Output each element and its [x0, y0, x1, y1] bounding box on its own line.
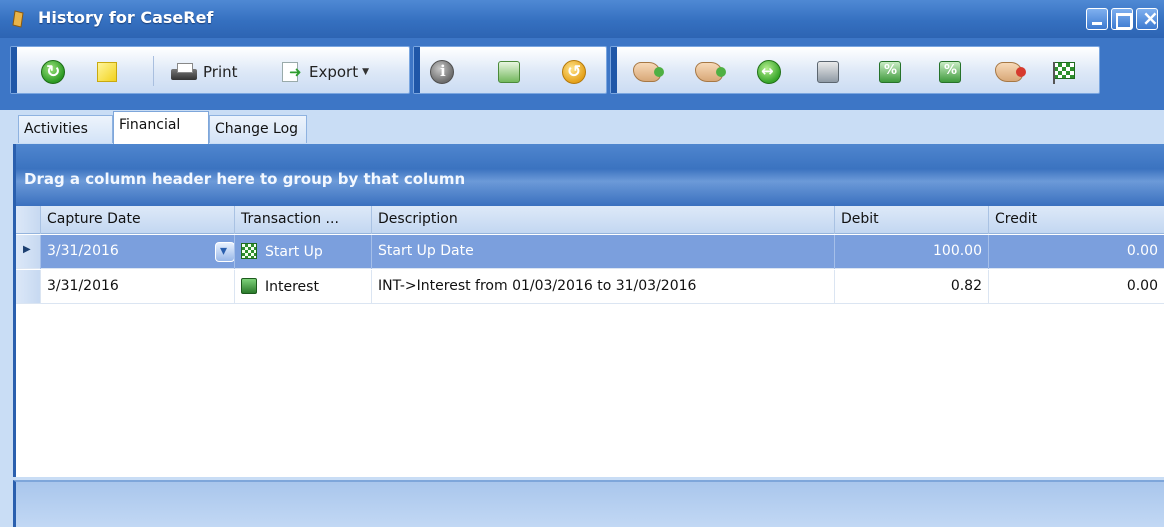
cancel-payment-button[interactable] [995, 59, 1026, 85]
group-by-panel[interactable]: Drag a column header here to group by th… [16, 144, 1164, 206]
printer-icon [171, 62, 197, 82]
info-button[interactable] [430, 59, 454, 85]
cell-credit[interactable]: 0.00 [988, 270, 1164, 304]
cell-capture-date[interactable]: 3/31/2016 [40, 235, 234, 269]
cell-description[interactable]: Start Up Date [371, 235, 834, 269]
cell-debit[interactable]: 100.00 [834, 235, 988, 269]
calendar-button[interactable] [817, 59, 839, 85]
close-button[interactable] [1136, 6, 1159, 30]
column-header-credit[interactable]: Credit [988, 206, 1164, 234]
toolbar-group-info [413, 46, 607, 94]
refresh-icon [41, 60, 65, 84]
toolbar-separator [153, 56, 154, 86]
note-button[interactable] [97, 59, 117, 85]
window-title: History for CaseRef [38, 8, 214, 27]
transfer-button[interactable] [757, 59, 781, 85]
undo-button[interactable] [562, 59, 586, 85]
table-row[interactable]: 3/31/2016 Interest INT->Interest from 01… [16, 270, 1164, 304]
tab-financial[interactable]: Financial [113, 111, 209, 144]
calendar-icon [817, 61, 839, 83]
tab-label: Financial [119, 117, 181, 133]
payment-button[interactable] [633, 59, 664, 85]
payment-add-button[interactable] [695, 59, 726, 85]
print-button[interactable]: Print [171, 59, 238, 85]
toolbar-grip[interactable] [611, 47, 617, 93]
undo-icon [562, 60, 586, 84]
grid-header-row: Capture Date Transaction ... Description… [16, 206, 1164, 234]
finish-button[interactable] [1051, 59, 1077, 85]
app-icon [12, 10, 24, 28]
toolbar-grip[interactable] [11, 47, 17, 93]
column-header-debit[interactable]: Debit [834, 206, 988, 234]
chevron-down-icon: ▼ [362, 67, 370, 77]
column-header-description[interactable]: Description [371, 206, 834, 234]
cell-capture-date-value: 3/31/2016 [47, 243, 119, 259]
tab-label: Activities [24, 121, 88, 137]
tab-strip: Activities Financial Change Log [0, 110, 1164, 144]
row-indicator-header [16, 206, 40, 233]
toolbar-group-main: Print Export ▼ [10, 46, 410, 94]
tab-activities[interactable]: Activities [18, 115, 113, 143]
percent-money-button[interactable] [879, 59, 901, 85]
finish-flag-icon [1051, 60, 1077, 84]
cell-credit[interactable]: 0.00 [988, 235, 1164, 269]
percent-icon [939, 61, 961, 83]
document-button[interactable] [498, 59, 520, 85]
transfer-icon [757, 60, 781, 84]
tab-label: Change Log [215, 121, 299, 137]
startup-flag-icon [241, 243, 257, 259]
info-icon [430, 60, 454, 84]
interest-money-icon [241, 278, 257, 294]
minimize-button[interactable] [1086, 8, 1108, 30]
cell-debit[interactable]: 0.82 [834, 270, 988, 304]
note-icon [97, 62, 117, 82]
title-bar[interactable]: History for CaseRef [0, 0, 1164, 38]
cell-transaction-value: Interest [265, 279, 319, 295]
percent-money-icon [879, 61, 901, 83]
row-indicator-current [16, 235, 40, 268]
export-button[interactable]: Export ▼ [281, 59, 369, 85]
date-dropdown-button[interactable] [215, 242, 234, 262]
toolbar-group-transactions [610, 46, 1100, 94]
cell-transaction[interactable]: Interest [234, 270, 371, 304]
cell-capture-date[interactable]: 3/31/2016 [40, 270, 234, 304]
toolbar-grip[interactable] [414, 47, 420, 93]
export-label: Export [309, 63, 359, 81]
document-icon [498, 61, 520, 83]
column-header-capture-date[interactable]: Capture Date [40, 206, 234, 234]
cell-transaction[interactable]: Start Up [234, 235, 371, 269]
financial-grid: Drag a column header here to group by th… [13, 144, 1164, 477]
export-icon [281, 61, 303, 83]
maximize-button[interactable] [1111, 8, 1133, 30]
cell-description[interactable]: INT->Interest from 01/03/2016 to 31/03/2… [371, 270, 834, 304]
refresh-button[interactable] [41, 59, 65, 85]
group-by-hint: Drag a column header here to group by th… [24, 170, 466, 188]
tab-change-log[interactable]: Change Log [209, 115, 307, 143]
row-indicator [16, 270, 40, 303]
cell-transaction-value: Start Up [265, 244, 323, 260]
column-header-transaction[interactable]: Transaction ... [234, 206, 371, 234]
status-footer [13, 480, 1164, 527]
history-window: History for CaseRef Print Export ▼ [0, 0, 1164, 527]
cancel-payment-icon [995, 62, 1026, 82]
table-row[interactable]: 3/31/2016 Start Up Start Up Date 100.00 … [16, 235, 1164, 269]
toolbar: Print Export ▼ [0, 38, 1164, 110]
print-label: Print [203, 63, 238, 81]
percent-button[interactable] [939, 59, 961, 85]
payment-hand-add-icon [695, 62, 726, 82]
payment-hand-icon [633, 62, 664, 82]
